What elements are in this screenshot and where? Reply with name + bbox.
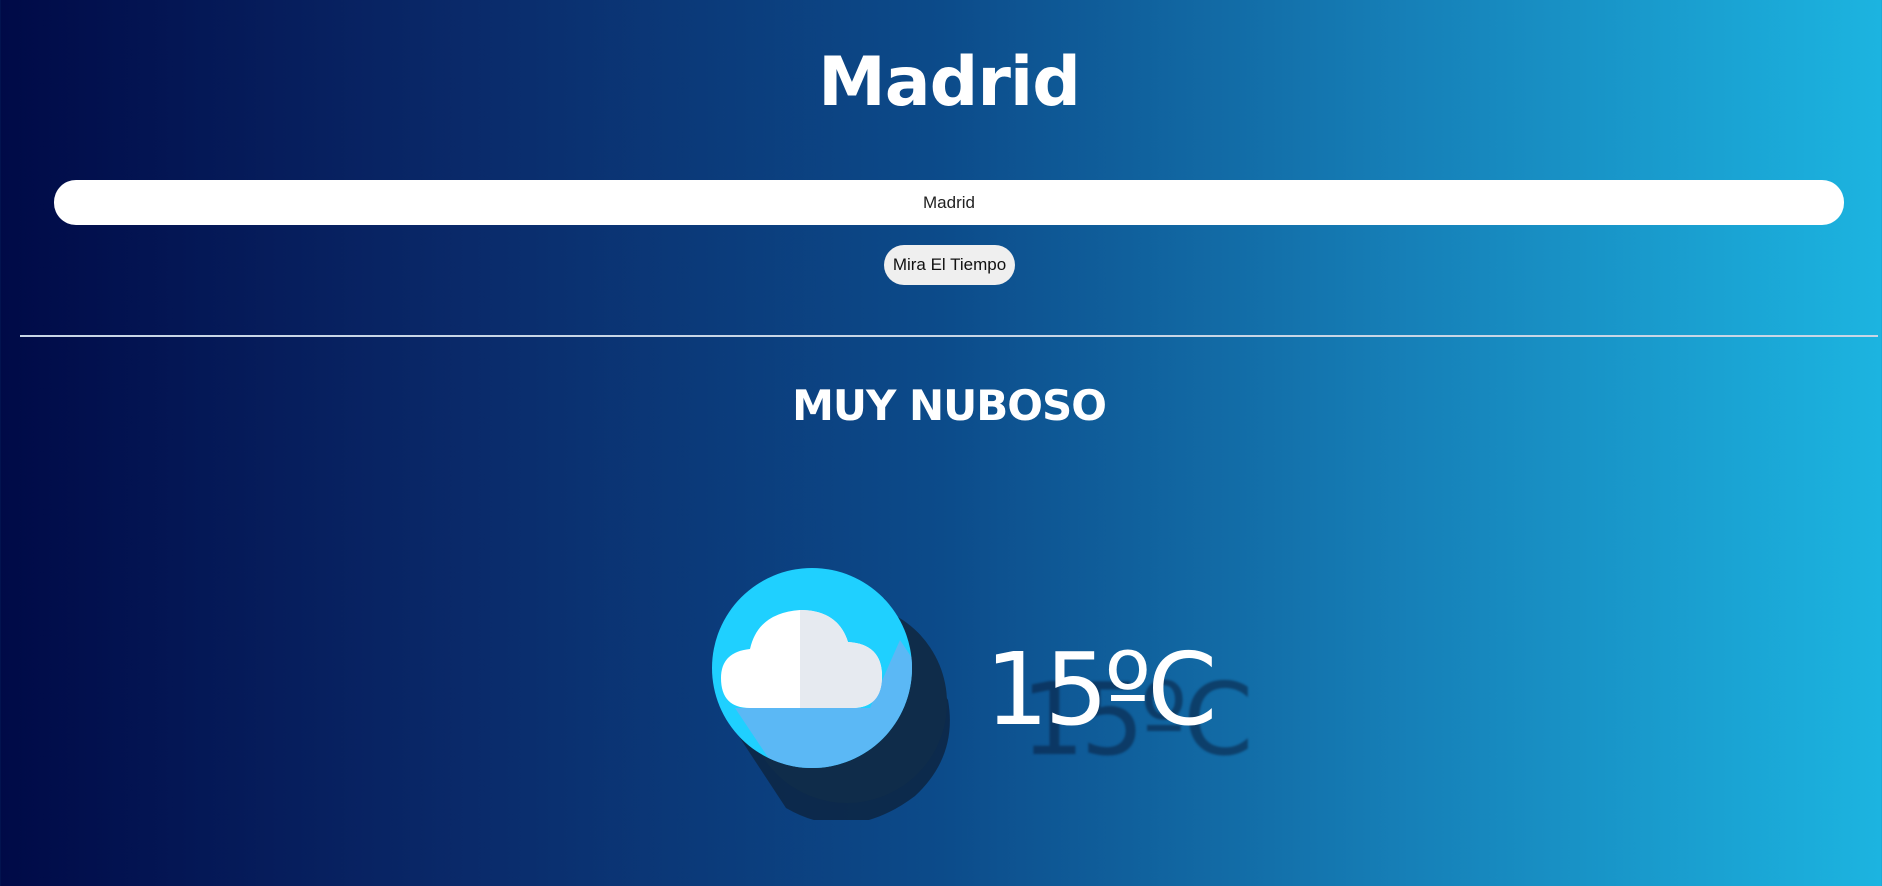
cloud-icon <box>700 560 960 824</box>
divider <box>20 335 1878 337</box>
weather-condition: MUY NUBOSO <box>792 381 1107 430</box>
temperature-display: 15ºC 15ºC <box>985 630 1265 780</box>
city-search-input[interactable] <box>54 180 1844 225</box>
check-weather-button[interactable]: Mira El Tiempo <box>884 245 1015 285</box>
temperature-value: 15ºC <box>985 631 1217 748</box>
city-title: Madrid <box>818 43 1081 122</box>
